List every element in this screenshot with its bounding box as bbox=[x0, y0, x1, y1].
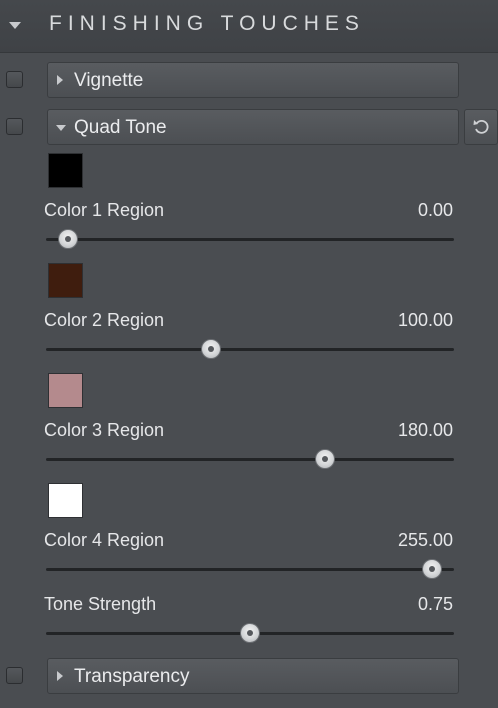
color-2-region-label: Color 2 Region bbox=[44, 310, 165, 330]
color-3-region-label: Color 3 Region bbox=[44, 420, 165, 440]
color-3-region-slider-thumb[interactable] bbox=[314, 449, 335, 469]
color-2-region-slider-thumb[interactable] bbox=[200, 339, 221, 359]
color-4-region-slider-track[interactable] bbox=[46, 559, 454, 579]
color-1-swatch[interactable] bbox=[48, 153, 83, 188]
color-4-region-slider-thumb[interactable] bbox=[422, 559, 442, 579]
color-3-swatch[interactable] bbox=[48, 373, 83, 408]
expand-arrow-icon bbox=[57, 671, 63, 681]
color-1-region-label: Color 1 Region bbox=[44, 200, 165, 220]
reset-button[interactable] bbox=[464, 109, 498, 145]
vignette-enable-checkbox[interactable] bbox=[6, 71, 23, 88]
color-4-region-label: Color 4 Region bbox=[44, 530, 165, 550]
section-transparency[interactable]: Transparency bbox=[47, 658, 459, 694]
section-quad-tone[interactable]: Quad Tone bbox=[47, 109, 459, 145]
transparency-enable-checkbox[interactable] bbox=[6, 667, 23, 684]
section-label-transparency: Transparency bbox=[74, 666, 190, 687]
color-3-region-value: 180.00 bbox=[397, 420, 453, 440]
color-4-swatch[interactable] bbox=[48, 483, 83, 518]
reset-icon bbox=[473, 119, 489, 134]
color-1-region-value: 0.00 bbox=[417, 200, 453, 220]
finishing-touches-panel: FINISHING TOUCHES Vignette Quad Tone Col… bbox=[0, 0, 498, 708]
section-label-vignette: Vignette bbox=[74, 70, 144, 91]
color-1-region-slider-thumb[interactable] bbox=[58, 229, 78, 249]
tone-strength-slider-track[interactable] bbox=[46, 623, 454, 643]
tone-strength-value: 0.75 bbox=[417, 594, 453, 614]
color-1-region-slider-track[interactable] bbox=[46, 229, 454, 249]
color-2-region-value: 100.00 bbox=[397, 310, 453, 330]
panel-header[interactable]: FINISHING TOUCHES bbox=[0, 0, 498, 53]
panel-title: FINISHING TOUCHES bbox=[49, 12, 365, 35]
color-3-region-slider-track[interactable] bbox=[46, 449, 454, 469]
expand-arrow-icon bbox=[57, 75, 63, 85]
tone-strength-label: Tone Strength bbox=[44, 594, 157, 614]
quad-tone-enable-checkbox[interactable] bbox=[6, 118, 23, 135]
section-vignette[interactable]: Vignette bbox=[47, 62, 459, 98]
color-2-swatch[interactable] bbox=[48, 263, 83, 298]
color-2-region-slider-track[interactable] bbox=[46, 339, 454, 359]
collapse-arrow-icon[interactable] bbox=[9, 22, 21, 29]
section-label-quad-tone: Quad Tone bbox=[74, 117, 167, 138]
collapse-arrow-icon bbox=[56, 125, 66, 131]
color-4-region-value: 255.00 bbox=[397, 530, 453, 550]
tone-strength-slider-thumb[interactable] bbox=[240, 623, 260, 643]
